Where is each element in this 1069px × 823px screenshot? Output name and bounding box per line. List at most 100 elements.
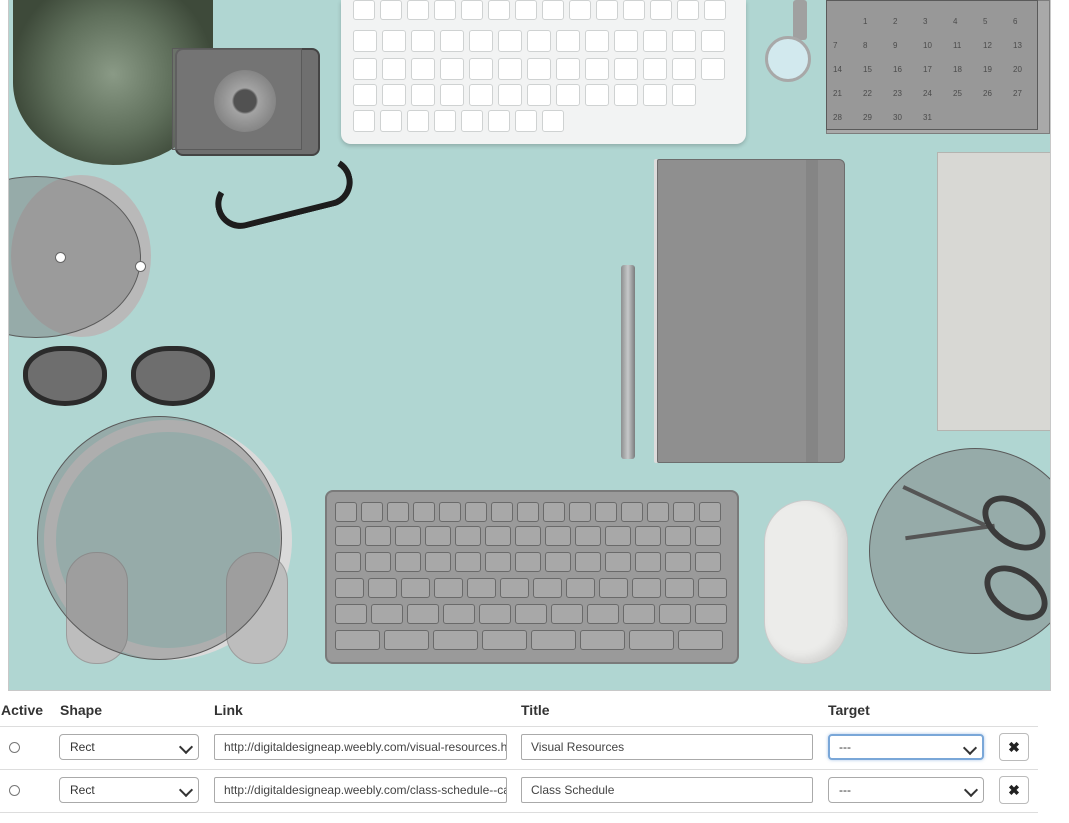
keyboard-key (665, 526, 691, 546)
title-input-value: Class Schedule (531, 783, 615, 797)
keyboard-key (515, 526, 541, 546)
keyboard-key (498, 30, 522, 52)
keyboard-key (335, 502, 357, 522)
keyboard-key (498, 84, 522, 106)
keyboard-key (411, 84, 435, 106)
keyboard-key (643, 58, 667, 80)
shape-select-value: Rect (70, 783, 95, 797)
keyboard-key (585, 30, 609, 52)
keyboard-key (440, 58, 464, 80)
keyboard-key (587, 604, 619, 624)
keyboard-key (485, 552, 511, 572)
keyboard-key (629, 630, 674, 650)
keyboard-key (695, 552, 721, 572)
keyboard-row (335, 630, 723, 650)
keyboard-key (387, 502, 409, 522)
delete-row-button[interactable]: ✖ (999, 776, 1029, 804)
shape-select[interactable]: Rect (59, 734, 199, 760)
keyboard-key (384, 630, 429, 650)
keyboard-key (698, 578, 727, 598)
keyboard-key (353, 0, 375, 20)
keyboard-key (527, 58, 551, 80)
keyboard-row (335, 502, 721, 522)
keyboard-key (411, 58, 435, 80)
keyboard-key (575, 526, 601, 546)
keyboard-key (425, 526, 451, 546)
target-select[interactable]: --- (828, 734, 984, 760)
title-input[interactable]: Visual Resources (521, 734, 813, 760)
keyboard-key (551, 604, 583, 624)
scissors-image (889, 470, 1050, 632)
keyboard-key (353, 84, 377, 106)
chevron-down-icon (962, 740, 978, 756)
keyboard-key (515, 0, 537, 20)
keyboard-key (440, 30, 464, 52)
image-map-canvas[interactable]: 1 2 3 4 5 6 7 8 9 10 11 12 13 14 15 16 17 18 19 20 21 22 23 24 2… (8, 0, 1051, 691)
keyboard-key (677, 0, 699, 20)
keyboard-key (382, 30, 406, 52)
map-area-circle-headphones[interactable] (37, 416, 282, 660)
keyboard-key (455, 552, 481, 572)
keyboard-key (382, 84, 406, 106)
keyboard-key (461, 0, 483, 20)
circle-radius-handle[interactable] (135, 261, 146, 272)
keyboard-key (545, 526, 571, 546)
keyboard-key (527, 84, 551, 106)
paper-image (937, 152, 1050, 431)
keyboard-key (335, 552, 361, 572)
header-shape: Shape (60, 702, 103, 718)
keyboard-key (382, 58, 406, 80)
link-input[interactable]: http://digitaldesigneap.weebly.com/visua… (214, 734, 507, 760)
shape-select[interactable]: Rect (59, 777, 199, 803)
target-select-value: --- (839, 783, 851, 797)
map-area-rect-camera[interactable] (172, 48, 302, 150)
keyboard-key (335, 630, 380, 650)
keyboard-key (491, 502, 513, 522)
header-target: Target (828, 702, 870, 718)
keyboard-key (531, 630, 576, 650)
chevron-down-icon (963, 782, 979, 798)
keyboard-row (335, 578, 727, 598)
keyboard-key (380, 0, 402, 20)
keyboard-key (569, 0, 591, 20)
map-area-rect-calendar[interactable] (826, 0, 1038, 130)
row-divider (0, 726, 1038, 727)
keyboard-key (605, 526, 631, 546)
keyboard-key (365, 552, 391, 572)
grey-keyboard-image (325, 490, 739, 664)
keyboard-key (515, 552, 541, 572)
sunglasses-image (23, 336, 231, 412)
keyboard-key (623, 0, 645, 20)
keyboard-key (485, 526, 511, 546)
chevron-down-icon (178, 782, 194, 798)
link-input[interactable]: http://digitaldesigneap.weebly.com/class… (214, 777, 507, 803)
target-select[interactable]: --- (828, 777, 984, 803)
keyboard-key (440, 84, 464, 106)
keyboard-key (585, 84, 609, 106)
close-icon: ✖ (1008, 739, 1020, 755)
keyboard-key (465, 502, 487, 522)
circle-center-handle[interactable] (55, 252, 66, 263)
keyboard-key (368, 578, 397, 598)
keyboard-key (704, 0, 726, 20)
keyboard-key (659, 604, 691, 624)
link-input-value: http://digitaldesigneap.weebly.com/visua… (224, 740, 507, 754)
title-input[interactable]: Class Schedule (521, 777, 813, 803)
camera-strap (210, 151, 358, 235)
keyboard-key (542, 0, 564, 20)
keyboard-key (395, 526, 421, 546)
row-divider (0, 769, 1038, 770)
active-radio[interactable] (9, 785, 20, 796)
keyboard-key (556, 58, 580, 80)
active-radio[interactable] (9, 742, 20, 753)
delete-row-button[interactable]: ✖ (999, 733, 1029, 761)
keyboard-key (650, 0, 672, 20)
keyboard-key (556, 30, 580, 52)
target-select-value: --- (839, 740, 851, 754)
keyboard-key (395, 552, 421, 572)
chevron-down-icon (178, 739, 194, 755)
keyboard-key (515, 604, 547, 624)
keyboard-key (407, 604, 439, 624)
title-input-value: Visual Resources (531, 740, 625, 754)
header-link: Link (214, 702, 243, 718)
